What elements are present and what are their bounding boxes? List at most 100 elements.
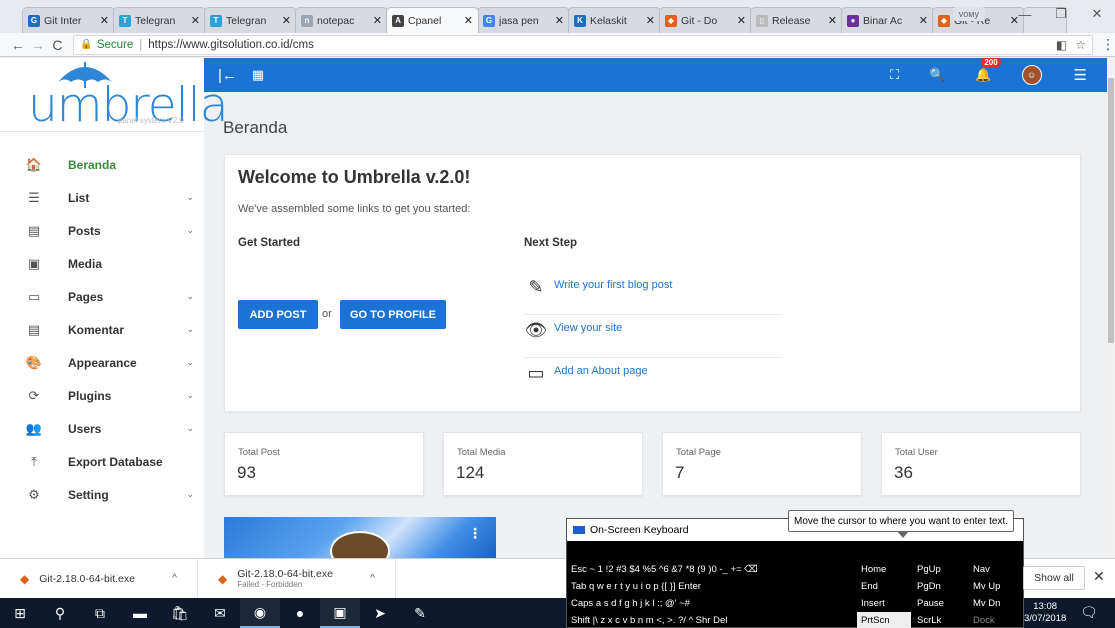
next-step-item[interactable]: 👁 View your site — [524, 315, 782, 358]
download-item[interactable]: ◆ Git-2.18.0-64-bit.exe ^ — [0, 558, 198, 599]
tab-close-icon[interactable]: ✕ — [373, 14, 382, 27]
tab-close-icon[interactable]: ✕ — [919, 14, 928, 27]
osk-key[interactable]: Pause — [913, 595, 967, 612]
tab-close-icon[interactable]: ✕ — [191, 14, 200, 27]
browser-tab[interactable]: ● Binar Ac ✕ — [841, 7, 934, 33]
extension-icon[interactable]: ◧ — [1056, 38, 1067, 52]
sidebar-item-posts[interactable]: ▤ Posts ⌄ — [0, 214, 204, 247]
tab-close-icon[interactable]: ✕ — [828, 14, 837, 27]
osk-key[interactable]: PrtScn — [857, 612, 911, 628]
osk-key[interactable]: Home — [857, 561, 911, 578]
sidebar-item-list[interactable]: ☰ List ⌄ — [0, 181, 204, 214]
next-step-item[interactable]: ✎ Write your first blog post — [524, 272, 782, 315]
mail-icon[interactable]: ✉ — [200, 598, 240, 628]
minimize-button[interactable]: — — [1007, 7, 1043, 22]
chevron-down-icon[interactable]: ⌄ — [186, 225, 194, 236]
windows-start-icon[interactable]: ⊞ — [0, 598, 40, 628]
browser-tab[interactable]: G Git Inter ✕ — [22, 7, 115, 33]
more-options-icon[interactable]: ⋮ — [468, 525, 482, 542]
chevron-down-icon[interactable]: ⌄ — [186, 291, 194, 302]
browser-tab[interactable]: ◆ Git - Do ✕ — [659, 7, 752, 33]
osk-key[interactable]: Mv Up — [969, 578, 1023, 595]
sidebar-item-beranda[interactable]: 🏠 Beranda — [0, 148, 204, 181]
show-all-downloads-button[interactable]: Show all — [1023, 566, 1085, 590]
osk-key[interactable]: Mv Dn — [969, 595, 1023, 612]
browser-tab[interactable]: K Kelaskit ✕ — [568, 7, 661, 33]
browser-tab[interactable]: A Cpanel ✕ — [386, 7, 479, 33]
reload-icon[interactable]: C — [48, 37, 68, 53]
apps-grid-icon[interactable]: ▦ — [252, 67, 264, 83]
forward-icon[interactable]: → — [28, 37, 48, 53]
osk-key[interactable]: Dock — [969, 612, 1023, 628]
search-icon[interactable]: 🔍 — [929, 67, 945, 83]
chevron-down-icon[interactable]: ⌄ — [186, 192, 194, 203]
close-download-bar-icon[interactable]: ✕ — [1093, 568, 1105, 585]
file-explorer-icon[interactable]: ▬ — [120, 598, 160, 628]
tab-close-icon[interactable]: ✕ — [646, 14, 655, 27]
browser-tab[interactable]: T Telegran ✕ — [113, 7, 206, 33]
user-avatar[interactable]: ☺ — [1021, 65, 1042, 85]
fullscreen-icon[interactable]: ⛶ — [890, 67, 899, 83]
osk-key[interactable]: Insert — [857, 595, 911, 612]
sidebar-item-pages[interactable]: ▭ Pages ⌄ — [0, 280, 204, 313]
sidebar-item-export-database[interactable]: ⤒ Export Database — [0, 445, 204, 478]
tab-close-icon[interactable]: ✕ — [464, 14, 473, 27]
sidebar-item-appearance[interactable]: 🎨 Appearance ⌄ — [0, 346, 204, 379]
sidebar-item-komentar[interactable]: ▤ Komentar ⌄ — [0, 313, 204, 346]
chevron-down-icon[interactable]: ⌄ — [186, 423, 194, 434]
chevron-down-icon[interactable]: ⌄ — [186, 489, 194, 500]
next-step-link[interactable]: View your site — [554, 322, 622, 334]
profile-badge[interactable]: ᴠᴏᴍy — [952, 7, 985, 21]
umbrella-logo[interactable]: umbrella panel system V2.0 — [0, 58, 229, 133]
browser-tab[interactable]: Gjasa pen ✕ — [477, 7, 570, 33]
chevron-up-icon[interactable]: ^ — [370, 573, 375, 584]
tab-close-icon[interactable]: ✕ — [100, 14, 109, 27]
osk-key[interactable]: Nav — [969, 561, 1023, 578]
maximize-button[interactable]: ❐ — [1043, 6, 1079, 22]
chevron-down-icon[interactable]: ⌄ — [186, 390, 194, 401]
osk-key[interactable]: ScrLk — [913, 612, 967, 628]
sidebar-item-media[interactable]: ▣ Media — [0, 247, 204, 280]
next-step-item[interactable]: ▭ Add an About page — [524, 358, 782, 401]
chrome-menu-icon[interactable]: ⋮ — [1101, 36, 1115, 53]
sidebar-item-setting[interactable]: ⚙ Setting ⌄ — [0, 478, 204, 511]
browser-tab[interactable]: n notepac ✕ — [295, 7, 388, 33]
hamburger-menu-icon[interactable]: ☰ — [1074, 66, 1087, 84]
scrollbar-thumb[interactable] — [1108, 78, 1114, 343]
tab-close-icon[interactable]: ✕ — [555, 14, 564, 27]
sidebar-item-plugins[interactable]: ⟳ Plugins ⌄ — [0, 379, 204, 412]
tab-close-icon[interactable]: ✕ — [282, 14, 291, 27]
store-icon[interactable]: 🛍 — [160, 598, 200, 628]
collapse-sidebar-icon[interactable]: |← — [218, 67, 237, 84]
download-item[interactable]: ◆ Git-2.18.0-64-bit.exe Failed - Forbidd… — [198, 558, 396, 599]
next-step-link[interactable]: Write your first blog post — [554, 279, 672, 291]
url-input[interactable]: 🔒 Secure | https://www.gitsolution.co.id… — [73, 34, 1093, 55]
notification-bell-icon[interactable]: 🔔 200 — [975, 58, 1001, 83]
next-step-link[interactable]: Add an About page — [554, 365, 648, 377]
go-to-profile-button[interactable]: GO TO PROFILE — [340, 300, 446, 329]
osk-key[interactable]: PgUp — [913, 561, 967, 578]
back-icon[interactable]: ← — [8, 37, 28, 53]
telegram-icon[interactable]: ➤ — [360, 598, 400, 628]
chevron-down-icon[interactable]: ⌄ — [186, 324, 194, 335]
chevron-up-icon[interactable]: ^ — [172, 573, 177, 584]
bookmark-star-icon[interactable]: ☆ — [1075, 38, 1086, 52]
task-view-icon[interactable]: ⧉ — [80, 598, 120, 628]
sidebar-item-users[interactable]: 👥 Users ⌄ — [0, 412, 204, 445]
chrome-icon[interactable]: ◉ — [240, 598, 280, 628]
close-window-button[interactable]: ✕ — [1079, 6, 1115, 22]
add-post-button[interactable]: ADD POST — [238, 300, 318, 329]
paint-icon[interactable]: ✎ — [400, 598, 440, 628]
chevron-down-icon[interactable]: ⌄ — [186, 357, 194, 368]
page-scrollbar[interactable] — [1107, 58, 1115, 558]
app-icon[interactable]: ● — [280, 598, 320, 628]
taskbar-clock[interactable]: 13:08 3/07/2018 — [1024, 601, 1066, 625]
search-icon[interactable]: ⚲ — [40, 598, 80, 628]
tab-close-icon[interactable]: ✕ — [737, 14, 746, 27]
osk-key[interactable]: PgDn — [913, 578, 967, 595]
action-center-icon[interactable]: 🗨 — [1080, 604, 1098, 621]
keyboard-app-icon[interactable]: ▣ — [320, 598, 360, 628]
browser-tab[interactable]: ▯ Release ✕ — [750, 7, 843, 33]
osk-key[interactable]: End — [857, 578, 911, 595]
browser-tab[interactable]: T Telegran ✕ — [204, 7, 297, 33]
